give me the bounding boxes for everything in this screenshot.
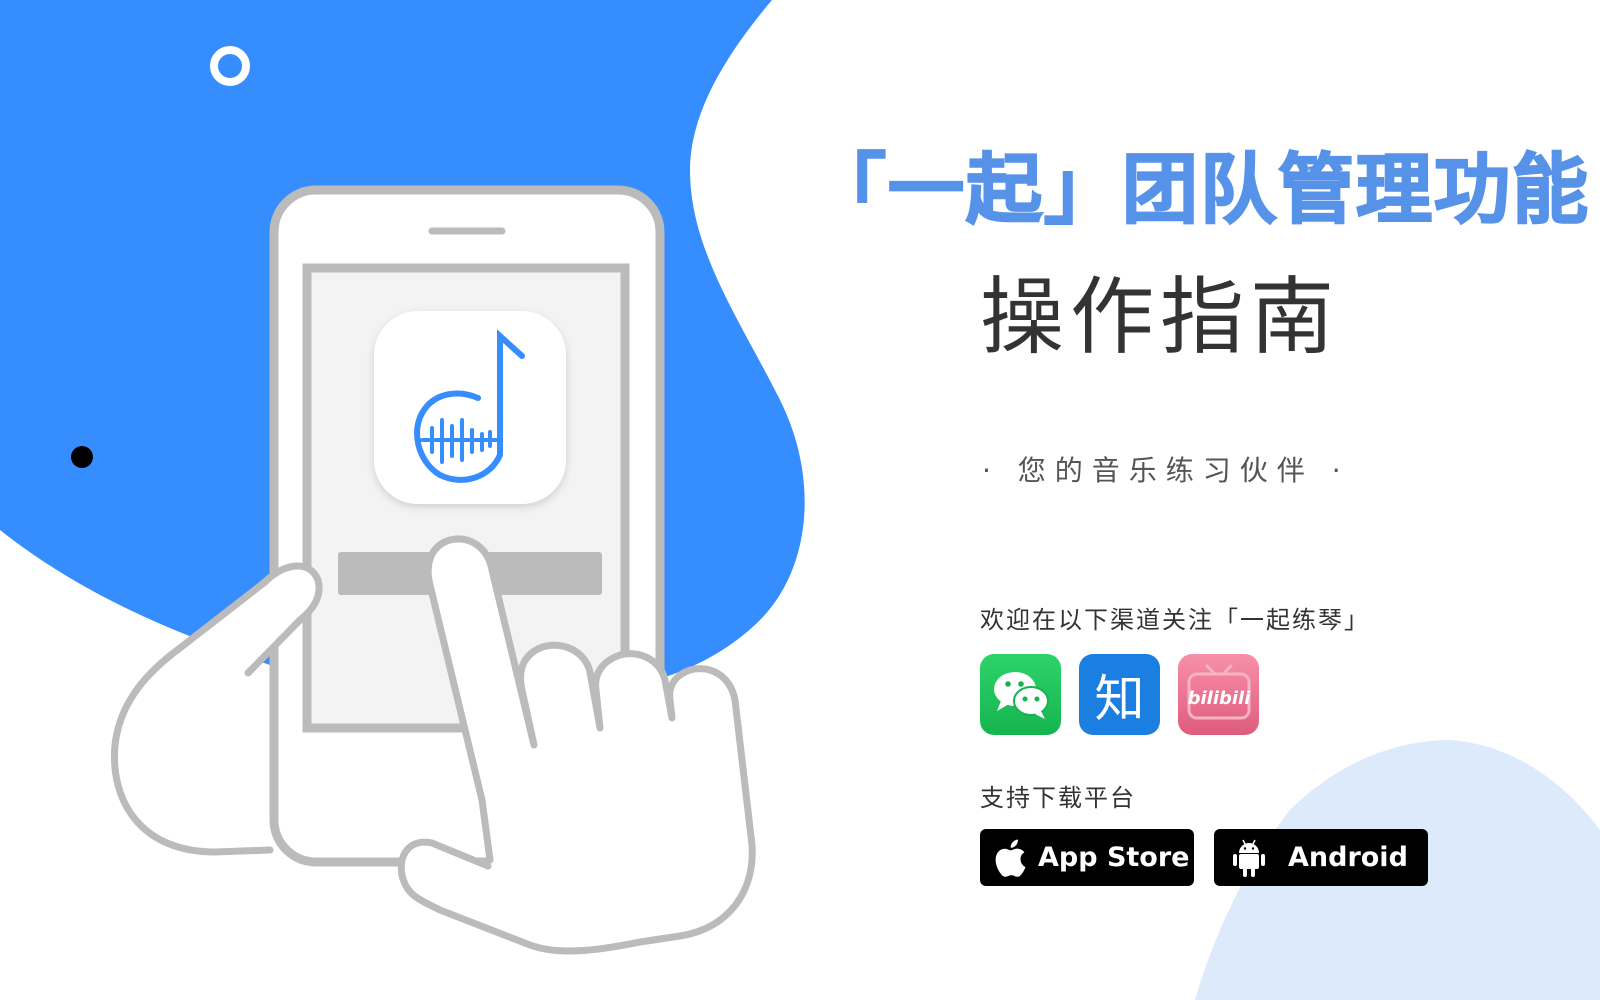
zhihu-button[interactable]: 知 xyxy=(1079,654,1160,735)
page-title: 「一起」团队管理功能 xyxy=(809,144,1590,235)
apple-icon xyxy=(994,839,1026,877)
zhihu-icon: 知 xyxy=(1094,669,1145,728)
bilibili-button[interactable]: bilibili xyxy=(1178,654,1259,735)
android-icon xyxy=(1232,838,1266,878)
follow-label: 欢迎在以下渠道关注「一起练琴」 xyxy=(980,606,1370,634)
tagline: · 您的音乐练习伙伴 · xyxy=(982,454,1350,487)
android-label: Android xyxy=(1288,842,1408,873)
download-platforms: App Store Android xyxy=(980,829,1428,886)
wechat-button[interactable] xyxy=(980,654,1061,735)
download-label: 支持下载平台 xyxy=(980,784,1136,812)
app-icon xyxy=(374,311,566,504)
page-subtitle: 操作指南 xyxy=(980,268,1341,366)
android-button[interactable]: Android xyxy=(1214,829,1428,886)
social-channels: 知 bilibili xyxy=(980,654,1259,735)
app-store-label: App Store xyxy=(1038,842,1190,873)
wechat-icon xyxy=(993,671,1049,719)
app-store-button[interactable]: App Store xyxy=(980,829,1194,886)
svg-text:bilibili: bilibili xyxy=(1187,688,1251,709)
dot-decoration xyxy=(71,446,93,468)
bilibili-icon: bilibili xyxy=(1187,664,1251,719)
